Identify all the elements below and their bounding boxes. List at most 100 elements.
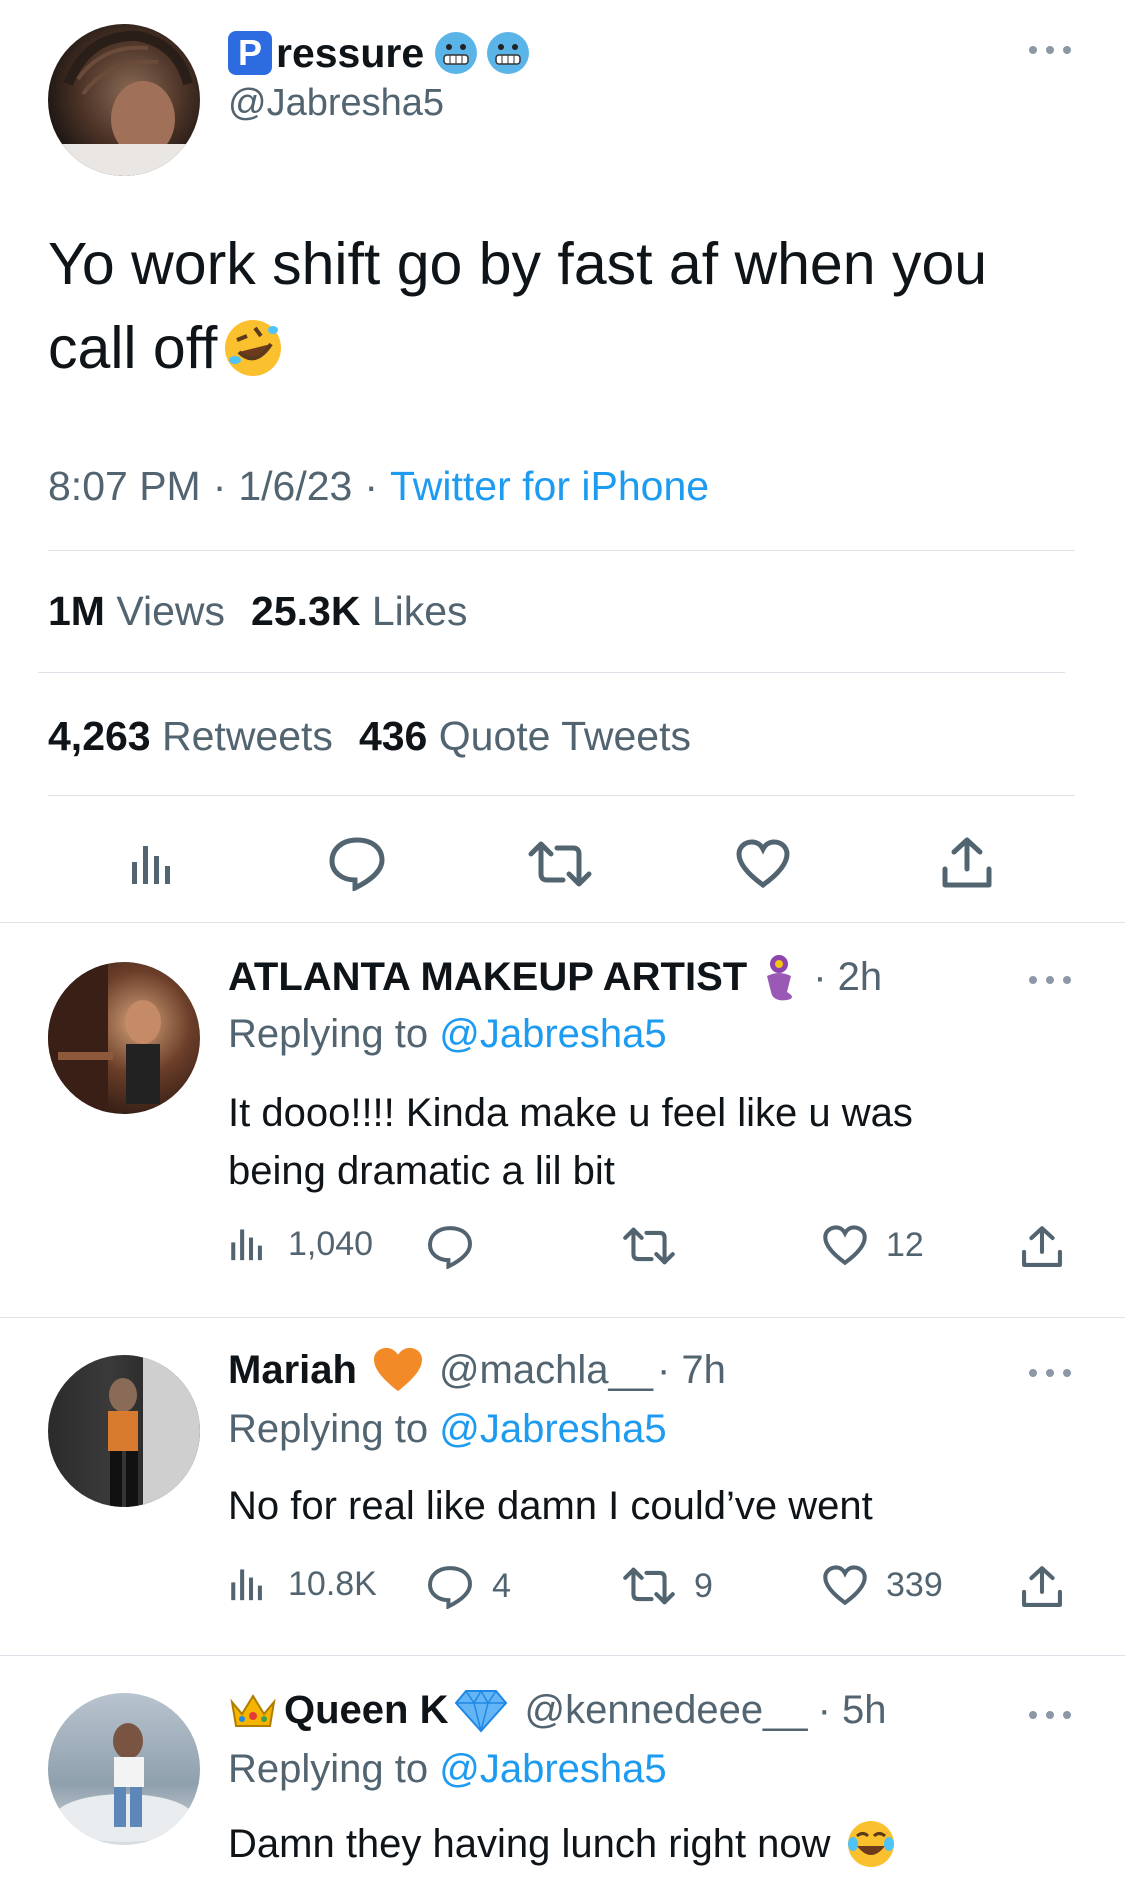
reply-avatar[interactable] — [48, 1693, 200, 1845]
share-icon — [1022, 1566, 1062, 1607]
divider — [38, 672, 1065, 673]
retweets-label: Retweets — [162, 713, 333, 759]
quotes-label: Quote Tweets — [438, 713, 691, 759]
reply[interactable]: ATLANTA MAKEUP ARTIST · 2h Replying to @… — [0, 922, 1125, 1317]
more-options-icon[interactable] — [1025, 970, 1075, 990]
tweet-text-line2: call off — [48, 315, 218, 381]
retweet-quote-stats: 4,263 Retweets 436 Quote Tweets — [48, 713, 691, 760]
like-action[interactable]: 12 — [822, 1224, 924, 1267]
replying-to-handle[interactable]: @Jabresha5 — [439, 1407, 666, 1451]
views-icon[interactable] — [128, 840, 180, 888]
tweet-date: 1/6/23 — [238, 463, 353, 509]
likes-count: 12 — [886, 1226, 924, 1264]
replying-to-label: Replying to — [228, 1012, 429, 1056]
quotes-stat[interactable]: 436 Quote Tweets — [359, 713, 691, 760]
retweet-icon[interactable] — [527, 840, 593, 888]
author-avatar[interactable] — [48, 24, 200, 176]
views-icon — [231, 1229, 262, 1261]
replying-to-handle[interactable]: @Jabresha5 — [439, 1012, 666, 1056]
share-action[interactable] — [1020, 1224, 1064, 1270]
reply-text: It dooo!!!! Kinda make u feel like u was… — [228, 1084, 913, 1200]
retweets-count: 4,263 — [48, 713, 151, 759]
views-action[interactable]: 10.8K — [228, 1564, 377, 1604]
more-options-icon[interactable] — [1025, 1363, 1075, 1383]
views-label: Views — [116, 588, 226, 634]
reply-author-name[interactable]: Queen K — [284, 1688, 448, 1733]
grimacing-emoji-icon — [484, 29, 532, 77]
share-action[interactable] — [1020, 1564, 1064, 1610]
retweets-count: 9 — [694, 1566, 713, 1605]
views-count: 1,040 — [288, 1224, 374, 1263]
reply[interactable]: Mariah @machla__ · 7h Replying to @Jabre… — [0, 1317, 1125, 1655]
reply-text-line2: being dramatic a lil bit — [228, 1149, 615, 1193]
reply-icon[interactable] — [327, 835, 387, 891]
likes-label: Likes — [371, 588, 468, 634]
tweet-time: 8:07 PM — [48, 463, 201, 509]
reply-text: No for real like damn I could’ve went — [228, 1477, 873, 1535]
views-likes-stats: 1M Views 25.3K Likes — [48, 588, 468, 635]
author-handle[interactable]: @Jabresha5 — [228, 82, 444, 125]
views-action[interactable]: 1,040 — [228, 1224, 373, 1264]
joy-emoji-icon — [845, 1818, 897, 1870]
tweet-text: Yo work shift go by fast af when you cal… — [48, 222, 1088, 390]
replying-to-label: Replying to — [228, 1747, 429, 1791]
more-options-icon[interactable] — [1025, 1705, 1075, 1725]
crown-emoji-icon — [228, 1688, 278, 1732]
likes-count: 339 — [886, 1566, 943, 1604]
like-action[interactable]: 339 — [822, 1564, 943, 1607]
views-icon — [231, 1569, 262, 1601]
views-stat[interactable]: 1M Views — [48, 588, 225, 635]
reply-avatar[interactable] — [48, 1355, 200, 1507]
divider — [48, 550, 1075, 551]
reply-time: · 5h — [817, 1687, 887, 1732]
diamond-emoji-icon — [454, 1687, 508, 1733]
reply-time: · 2h — [813, 954, 883, 999]
cold-face-emoji-icon — [432, 29, 480, 77]
reply-avatar[interactable] — [48, 962, 200, 1114]
reply-icon — [427, 1566, 473, 1609]
likes-stat[interactable]: 25.3K Likes — [251, 588, 468, 635]
retweet-action[interactable] — [622, 1226, 676, 1266]
genie-emoji-icon — [757, 952, 803, 1002]
replying-to-label: Replying to — [228, 1407, 429, 1451]
reply-action-bar: 10.8K 4 9 339 — [228, 1564, 1068, 1614]
share-icon — [1022, 1226, 1062, 1267]
reply-author-name[interactable]: Mariah — [228, 1348, 357, 1393]
meta-separator: · — [364, 463, 379, 509]
views-count: 10.8K — [288, 1564, 377, 1603]
reply-text-line1: It dooo!!!! Kinda make u feel like u was — [228, 1091, 913, 1135]
retweets-stat[interactable]: 4,263 Retweets — [48, 713, 333, 760]
share-icon[interactable] — [940, 835, 994, 891]
more-options-icon[interactable] — [1025, 40, 1075, 60]
retweet-icon — [623, 1567, 675, 1605]
views-count: 1M — [48, 588, 105, 634]
author-name[interactable]: P ressure — [228, 28, 532, 78]
tweet-meta: 8:07 PM · 1/6/23 · Twitter for iPhone — [48, 463, 709, 510]
like-icon — [823, 1565, 867, 1606]
tweet-source-link[interactable]: Twitter for iPhone — [390, 463, 709, 510]
retweet-icon — [623, 1227, 675, 1265]
name-badge: P — [228, 31, 272, 75]
meta-separator: · — [212, 463, 227, 509]
reply-text: Damn they having lunch right now — [228, 1815, 897, 1873]
replies-count: 4 — [492, 1567, 511, 1605]
reply-icon — [427, 1226, 473, 1269]
rofl-emoji-icon — [221, 316, 285, 380]
reply-handle[interactable]: @kennedeee__ — [524, 1688, 807, 1733]
reply-handle[interactable]: @machla__ — [439, 1348, 653, 1393]
reply-action-bar: 1,040 12 — [228, 1224, 1068, 1274]
reply-action[interactable] — [426, 1224, 474, 1269]
retweet-action[interactable]: 9 — [622, 1566, 713, 1606]
tweet-text-line1: Yo work shift go by fast af when you — [48, 231, 988, 297]
reply-text-line1: Damn they having lunch right now — [228, 1822, 831, 1866]
replying-to-handle[interactable]: @Jabresha5 — [439, 1747, 666, 1791]
divider — [48, 795, 1075, 796]
orange-heart-emoji-icon — [371, 1345, 425, 1395]
likes-count: 25.3K — [251, 588, 361, 634]
reply[interactable]: Queen K @kennedeee__ · 5h Replying to @J… — [0, 1655, 1125, 1887]
reply-action[interactable]: 4 — [426, 1564, 511, 1609]
reply-author-name[interactable]: ATLANTA MAKEUP ARTIST — [228, 955, 747, 1000]
author-name-text: ressure — [276, 29, 425, 76]
like-icon[interactable] — [735, 838, 791, 890]
reply-text-line1: No for real like damn I could’ve went — [228, 1484, 873, 1528]
